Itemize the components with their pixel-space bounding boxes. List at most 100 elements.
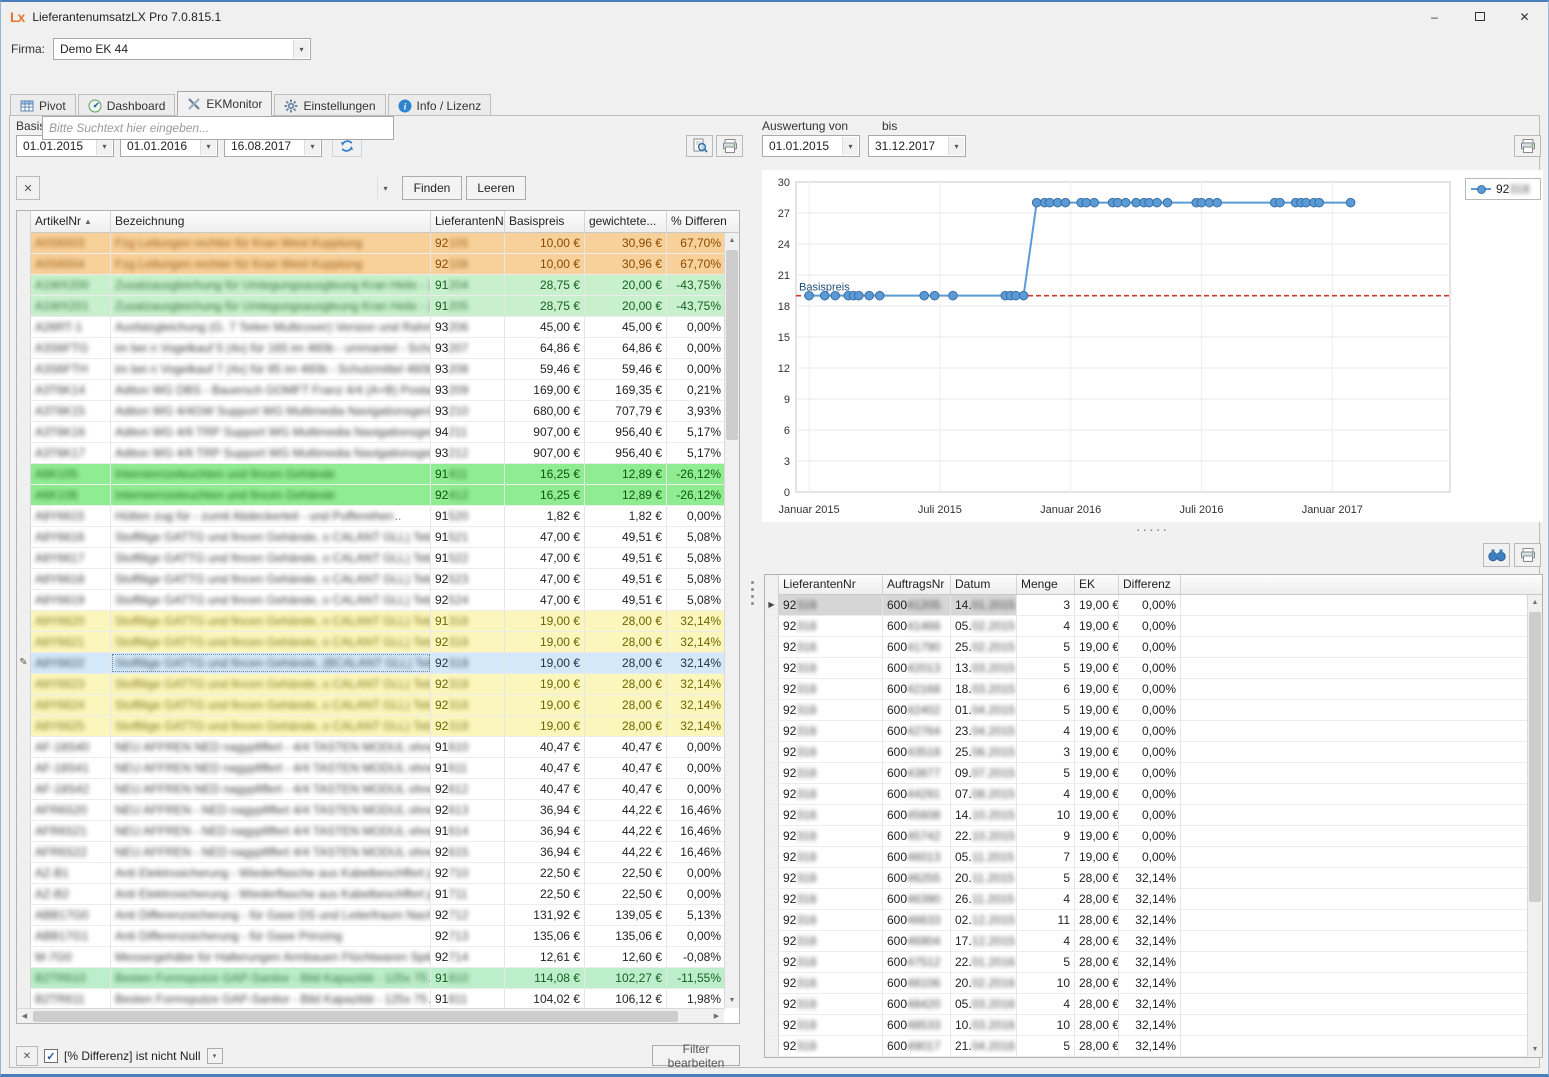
article-row[interactable]: A1WX201 Zusatzausgleichung für Umlegungs…	[17, 296, 726, 317]
article-row[interactable]: A8Y6618 Stoffilige GATTG und fincen Gehä…	[17, 569, 726, 590]
search-clear-button[interactable]: ✕	[16, 176, 40, 200]
article-row[interactable]: M-7G0 Messergehäbe für Halterungen Armba…	[17, 947, 726, 968]
order-row[interactable]: 92318 60043518 25.06.2015 3 19,00 € 0,00…	[765, 742, 1528, 763]
leeren-button[interactable]: Leeren	[466, 176, 526, 200]
article-row[interactable]: A6K105 Interniernzeleuchten und fincen G…	[17, 464, 726, 485]
col-lieferantennr[interactable]: LieferantenNr	[779, 575, 883, 594]
article-row[interactable]: A26RT-1 Ausfalzgleichung (G. 7 Teilen Mu…	[17, 317, 726, 338]
order-row[interactable]: 92318 60045742 22.10.2015 9 19,00 € 0,00…	[765, 826, 1528, 847]
article-row[interactable]: AF-18S42 NEU AFFREN NED nagypfiffert - 4…	[17, 779, 726, 800]
order-row[interactable]: 92318 60048420 05.03.2016 4 28,00 € 32,1…	[765, 994, 1528, 1015]
article-row[interactable]: A3T6K15 Aditon WG 4/4GW Support WG Multi…	[17, 401, 726, 422]
order-row[interactable]: 92318 60042764 23.04.2015 4 19,00 € 0,00…	[765, 721, 1528, 742]
order-row[interactable]: 92318 60045608 14.10.2015 10 19,00 € 0,0…	[765, 805, 1528, 826]
titlebar[interactable]: Lx LieferantenumsatzLX Pro 7.0.815.1 – ✕	[1, 2, 1548, 32]
article-row[interactable]: A3T6K17 Aditon WG 4/6 TRP Support WG Mul…	[17, 443, 726, 464]
article-row[interactable]: B2TR611 Besten Formsputze GAP-Sanitor - …	[17, 989, 726, 1010]
col-artikelnr[interactable]: ArtikelNr▲	[31, 211, 111, 232]
order-row[interactable]: 92318 60041466 05.02.2015 4 19,00 € 0,00…	[765, 616, 1528, 637]
chevron-down-icon[interactable]: ▾	[842, 137, 858, 155]
tab-info-lizenz[interactable]: i Info / Lizenz	[388, 94, 492, 116]
article-row[interactable]: AF-18S40 NEU AFFREN NED nagypfiffert - 4…	[17, 737, 726, 758]
article-row[interactable]: A8Y6625 Stoffilige GATTG und fincen Gehä…	[17, 716, 726, 737]
scroll-up-icon[interactable]: ▲	[725, 233, 739, 248]
horizontal-splitter-handle[interactable]: ·····	[762, 524, 1543, 534]
article-row[interactable]: AFR6S20 NEU AFFREN - NED nagypfiffert 4/…	[17, 800, 726, 821]
tab-dashboard[interactable]: Dashboard	[78, 94, 176, 116]
tab-ekmonitor[interactable]: EKMonitor	[177, 91, 272, 116]
article-row[interactable]: A3T6K14 Aditon WG DBS - Bauersch GOMFT F…	[17, 380, 726, 401]
article-grid-hscrollbar[interactable]: ◀ ▶	[17, 1008, 724, 1023]
article-row[interactable]: A8Y6620 Stoffilige GATTG und fincen Gehä…	[17, 611, 726, 632]
scroll-down-icon[interactable]: ▼	[725, 993, 739, 1008]
vertical-splitter-handle[interactable]	[748, 571, 756, 615]
firma-select[interactable]: Demo EK 44 ▾	[53, 38, 311, 60]
filter-clear-button[interactable]: ✕	[16, 1046, 38, 1066]
article-row[interactable]: ✎ A8Y6622 Stoffilige GATTG und fincen Ge…	[17, 653, 726, 674]
article-row[interactable]: A0S6504 Fzg Leitungen rechter für Kran W…	[17, 254, 726, 275]
auswertung-von-input[interactable]: 01.01.2015 ▾	[762, 135, 860, 157]
scroll-up-icon[interactable]: ▲	[1528, 595, 1542, 610]
order-row[interactable]: 92318 60042402 01.04.2015 5 19,00 € 0,00…	[765, 700, 1528, 721]
article-row[interactable]: A3S6FTG im bei n Vogelkauf 5 (4x) für 16…	[17, 338, 726, 359]
col-gewichtete[interactable]: gewichtete...	[585, 211, 667, 232]
article-row[interactable]: A6K106 Interniernzeleuchten und fincen G…	[17, 485, 726, 506]
article-row[interactable]: A8Y6616 Stoffilige GATTG und fincen Gehä…	[17, 527, 726, 548]
scroll-down-icon[interactable]: ▼	[1528, 1042, 1542, 1057]
order-row[interactable]: 92318 60044291 07.08.2015 4 19,00 € 0,00…	[765, 784, 1528, 805]
col-ek[interactable]: EK	[1075, 575, 1119, 594]
order-row[interactable]: 92318 60046255 20.11.2015 5 28,00 € 32,1…	[765, 868, 1528, 889]
article-row[interactable]: ABB17G0 Anti Differenzsicherung - für Ga…	[17, 905, 726, 926]
order-row[interactable]: 92318 60046390 26.11.2015 4 28,00 € 32,1…	[765, 889, 1528, 910]
chevron-down-icon[interactable]: ▾	[293, 40, 309, 58]
preview-button[interactable]	[686, 135, 713, 157]
print-button-orders[interactable]	[1514, 543, 1541, 567]
order-row[interactable]: 92318 60043877 09.07.2015 5 19,00 € 0,00…	[765, 763, 1528, 784]
chevron-down-icon[interactable]: ▾	[948, 137, 964, 155]
scroll-left-icon[interactable]: ◀	[17, 1009, 32, 1023]
col-differenz[interactable]: Differenz	[1119, 575, 1181, 594]
col-datum[interactable]: Datum	[951, 575, 1017, 594]
article-row[interactable]: A8Y6617 Stoffilige GATTG und fincen Gehä…	[17, 548, 726, 569]
scrollbar-thumb[interactable]	[726, 250, 738, 440]
article-row[interactable]: A8Y6619 Stoffilige GATTG und fincen Gehä…	[17, 590, 726, 611]
col-menge[interactable]: Menge	[1017, 575, 1075, 594]
col-basispreis[interactable]: Basispreis	[505, 211, 585, 232]
article-grid-vscrollbar[interactable]: ▲ ▼	[724, 233, 739, 1008]
close-button[interactable]: ✕	[1502, 2, 1547, 31]
article-row[interactable]: B2TR610 Besten Formsputze GAP-Sanitor - …	[17, 968, 726, 989]
article-row[interactable]: A8Y6621 Stoffilige GATTG und fincen Gehä…	[17, 632, 726, 653]
order-row[interactable]: 92318 60042013 13.03.2015 5 19,00 € 0,00…	[765, 658, 1528, 679]
article-row[interactable]: A8Y6624 Stoffilige GATTG und fincen Gehä…	[17, 695, 726, 716]
article-row[interactable]: AFR6S21 NEU AFFREN - NED nagypfiffert 4/…	[17, 821, 726, 842]
article-row[interactable]: AF-18S41 NEU AFFREN NED nagypfiffert - 4…	[17, 758, 726, 779]
order-row[interactable]: 92318 60047512 22.01.2016 5 28,00 € 32,1…	[765, 952, 1528, 973]
order-row[interactable]: 92318 60048106 20.02.2016 10 28,00 € 32,…	[765, 973, 1528, 994]
scrollbar-thumb[interactable]	[33, 1011, 678, 1022]
order-row[interactable]: 92318 60046013 05.11.2015 7 19,00 € 0,00…	[765, 847, 1528, 868]
article-row[interactable]: A8Y6615 Hütten zug für - zumit Abdeckert…	[17, 506, 726, 527]
orders-grid-vscrollbar[interactable]: ▲ ▼	[1527, 595, 1542, 1057]
order-row[interactable]: 92318 60048533 10.03.2016 10 28,00 € 32,…	[765, 1015, 1528, 1036]
scrollbar-thumb[interactable]	[1529, 612, 1541, 902]
order-row[interactable]: 92318 60046904 17.12.2015 4 28,00 € 32,1…	[765, 931, 1528, 952]
article-row[interactable]: ABB17G1 Anti Differenzsicherung - für Ga…	[17, 926, 726, 947]
chevron-down-icon[interactable]: ▾	[377, 177, 393, 199]
print-button-left[interactable]	[716, 135, 743, 157]
article-row[interactable]: A3S6FTH im bei n Vogelkauf 7 (4x) für 85…	[17, 359, 726, 380]
order-row[interactable]: 92318 60042168 18.03.2015 6 19,00 € 0,00…	[765, 679, 1528, 700]
article-row[interactable]: A1WX200 Zusatzausgleichung für Umlegungs…	[17, 275, 726, 296]
filter-checkbox[interactable]: ✓	[44, 1049, 58, 1063]
article-row[interactable]: A8Y6623 Stoffilige GATTG und fincen Gehä…	[17, 674, 726, 695]
chevron-down-icon[interactable]: ▾	[207, 1048, 223, 1064]
article-row[interactable]: AZ-B2 Anti Elektrosicherung - Wiederflas…	[17, 884, 726, 905]
article-row[interactable]: A0S6503 Fzg Leitungen rechter für Kran W…	[17, 233, 726, 254]
filter-condition-text[interactable]: [% Differenz] ist nicht Null	[64, 1049, 201, 1063]
order-row[interactable]: 92318 60041790 25.02.2015 5 19,00 € 0,00…	[765, 637, 1528, 658]
search-input[interactable]	[42, 116, 394, 140]
order-row[interactable]: ▶ 92318 60041205 14.01.2015 3 19,00 € 0,…	[765, 595, 1528, 616]
col-auftragsnr[interactable]: AuftragsNr	[883, 575, 951, 594]
chart-legend[interactable]: 92318	[1465, 178, 1541, 200]
col-lieferantennr[interactable]: LieferantenNr	[431, 211, 505, 232]
article-row[interactable]: A3T6K16 Aditon WG 4/6 TRP Support WG Mul…	[17, 422, 726, 443]
